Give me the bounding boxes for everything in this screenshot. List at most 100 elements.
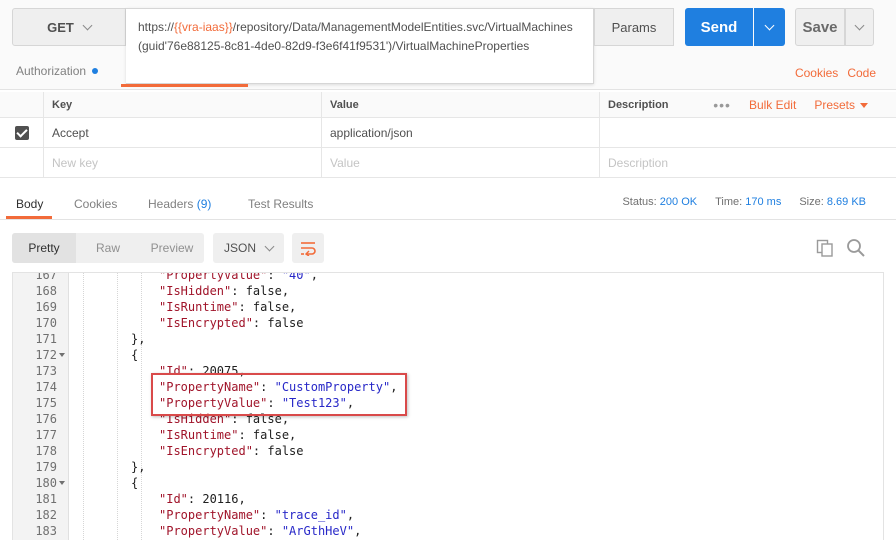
code-line: 176 "IsHidden": false, <box>13 411 883 427</box>
code-line: 171}, <box>13 331 883 347</box>
save-button[interactable]: Save <box>795 8 845 46</box>
json-punctuation: : 20116, <box>187 492 246 506</box>
checkbox-checked-icon[interactable] <box>14 125 29 140</box>
search-icon[interactable] <box>846 238 866 258</box>
tab-cookies[interactable]: Cookies <box>74 197 117 211</box>
time-value: 170 ms <box>745 196 782 208</box>
json-punctuation: , <box>310 272 318 282</box>
header-key-cell[interactable]: Accept <box>43 118 321 147</box>
header-value-cell[interactable]: application/json <box>321 118 599 147</box>
chevron-down-icon <box>764 20 775 30</box>
fold-toggle-icon[interactable] <box>59 353 65 357</box>
json-key: "IsRuntime" <box>159 300 239 314</box>
new-value-input[interactable]: Value <box>321 148 599 177</box>
column-key: Key <box>43 92 321 117</box>
chevron-down-icon <box>264 241 275 251</box>
json-punctuation: : <box>267 524 282 538</box>
copy-icon[interactable] <box>816 239 834 257</box>
code-line: 179}, <box>13 459 883 475</box>
line-number: 171 <box>35 332 57 346</box>
send-dropdown-button[interactable] <box>754 8 785 46</box>
json-key: "IsEncrypted" <box>159 316 253 330</box>
new-description-input[interactable]: Description <box>599 148 896 177</box>
json-key: "IsEncrypted" <box>159 444 253 458</box>
headers-count-badge: (9) <box>196 197 212 211</box>
view-preview-button[interactable]: Preview <box>140 233 204 263</box>
response-body-editor[interactable]: 167 "PropertyValue": "40", 168 "IsHidden": … <box>12 272 884 540</box>
json-punctuation: }, <box>131 332 146 346</box>
code-link[interactable]: Code <box>847 66 876 80</box>
code-line: 182 "PropertyName": "trace_id", <box>13 507 883 523</box>
view-raw-button[interactable]: Raw <box>76 233 140 263</box>
code-text: { <box>131 347 138 363</box>
params-button[interactable]: Params <box>594 8 674 46</box>
code-line: 168 "IsHidden": false, <box>13 283 883 299</box>
time-item: Time: 170 ms <box>715 196 782 208</box>
new-key-input[interactable]: New key <box>43 148 321 177</box>
line-number: 177 <box>35 428 57 442</box>
code-text: "PropertyValue": "ArGthHeV", <box>159 523 361 539</box>
json-punctuation: : false, <box>238 300 297 314</box>
line-number: 170 <box>35 316 57 330</box>
code-text: { <box>131 475 138 491</box>
request-bar: GET https://{{vra-iaas}}/repository/Data… <box>0 0 896 90</box>
code-line: 169 "IsRuntime": false, <box>13 299 883 315</box>
json-key: "Id" <box>159 492 188 506</box>
code-line: 167 "PropertyValue": "40", <box>13 272 883 283</box>
request-links: Cookies Code <box>795 66 876 80</box>
tab-body[interactable]: Body <box>16 197 43 211</box>
tab-test-results[interactable]: Test Results <box>248 197 313 211</box>
wrap-lines-button[interactable] <box>292 233 324 263</box>
line-number: 172 <box>35 348 57 362</box>
line-number: 183 <box>35 524 57 538</box>
more-options-icon[interactable]: ••• <box>713 97 731 113</box>
size-value: 8.69 KB <box>826 196 866 208</box>
format-select[interactable]: JSON <box>213 233 284 263</box>
cookies-link[interactable]: Cookies <box>795 66 838 80</box>
line-number: 182 <box>35 508 57 522</box>
line-number: 167 <box>35 272 57 282</box>
save-dropdown-button[interactable] <box>845 8 874 46</box>
table-header-row: Key Value Description ••• Bulk Edit Pres… <box>0 92 896 118</box>
code-line: 172 { <box>13 347 883 363</box>
chevron-down-icon <box>854 20 865 30</box>
chevron-down-icon <box>82 20 93 30</box>
json-punctuation: , <box>354 524 362 538</box>
fold-toggle-icon[interactable] <box>59 481 65 485</box>
code-line: 175 "PropertyValue": "Test123", <box>13 395 883 411</box>
status-dot-icon <box>92 68 99 74</box>
code-text: "IsEncrypted": false <box>159 315 304 331</box>
active-tab-indicator <box>121 84 248 87</box>
code-line: 183 "PropertyValue": "ArGthHeV", <box>13 523 883 539</box>
code-text: "IsHidden": false, <box>159 283 289 299</box>
json-punctuation: { <box>131 348 139 362</box>
method-label: GET <box>47 19 74 35</box>
code-text: "PropertyValue": "40", <box>159 272 318 283</box>
method-select[interactable]: GET <box>12 8 126 46</box>
code-text: "IsEncrypted": false <box>159 443 304 459</box>
code-line: 170 "IsEncrypted": false <box>13 315 883 331</box>
line-number: 176 <box>35 412 57 426</box>
json-key: "PropertyName" <box>159 508 261 522</box>
tab-authorization-label: Authorization <box>16 64 87 78</box>
tab-headers[interactable]: Headers (9) <box>148 197 211 211</box>
json-string: "40" <box>281 272 311 282</box>
url-input[interactable]: https://{{vra-iaas}}/repository/Data/Man… <box>126 8 594 84</box>
table-row: Accept application/json <box>0 118 896 148</box>
status-value: 200 OK <box>659 196 698 208</box>
headers-table: Key Value Description ••• Bulk Edit Pres… <box>0 92 896 178</box>
line-number: 178 <box>35 444 57 458</box>
presets-dropdown[interactable]: Presets <box>814 98 868 112</box>
tab-authorization[interactable]: Authorization <box>16 64 99 78</box>
line-number: 175 <box>35 396 57 410</box>
highlight-annotation-box <box>151 373 407 416</box>
send-button[interactable]: Send <box>685 8 753 46</box>
json-punctuation: : false, <box>238 428 297 442</box>
format-label: JSON <box>223 241 256 255</box>
code-text: }, <box>131 331 145 347</box>
bulk-edit-link[interactable]: Bulk Edit <box>749 98 796 112</box>
view-pretty-button[interactable]: Pretty <box>12 233 76 263</box>
code-text: "IsRuntime": false, <box>159 427 296 443</box>
header-description-cell[interactable] <box>599 118 896 147</box>
json-string: "ArGthHeV" <box>281 524 355 538</box>
